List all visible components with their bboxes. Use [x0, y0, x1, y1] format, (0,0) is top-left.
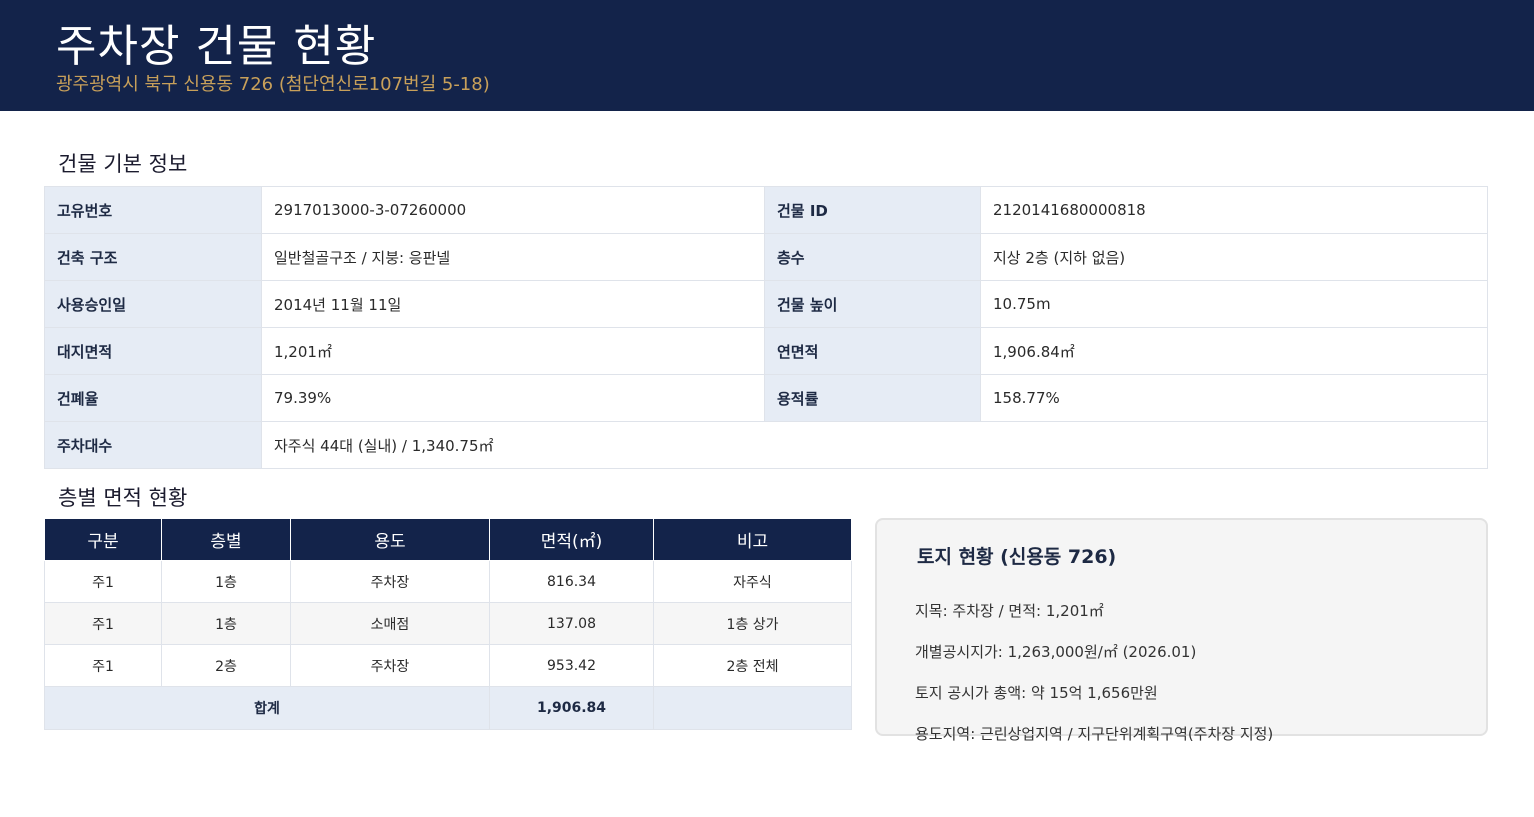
- column-header: 층별: [161, 518, 291, 561]
- table-cell: 1층: [161, 560, 291, 603]
- info-row: 고유번호 2917013000-3-07260000 건물 ID 2120141…: [44, 186, 1488, 234]
- info-label: 사용승인일: [44, 280, 262, 328]
- info-value: 자주식 44대 (실내) / 1,340.75㎡: [261, 421, 1488, 469]
- info-value: 2120141680000818: [980, 186, 1488, 234]
- page-title: 주차장 건물 현황: [56, 21, 377, 72]
- table-cell: 주1: [44, 560, 162, 603]
- info-label: 주차대수: [44, 421, 262, 469]
- floor-area-table: 구분 층별 용도 면적(㎡) 비고 주1 1층 주차장 816.34 자주식 주…: [44, 518, 852, 730]
- table-row: 주1 1층 주차장 816.34 자주식: [44, 560, 852, 603]
- table-cell: 816.34: [489, 560, 654, 603]
- info-label: 건물 ID: [764, 186, 981, 234]
- table-cell: 자주식: [653, 560, 852, 603]
- info-label: 연면적: [764, 327, 981, 375]
- total-value: 1,906.84: [489, 686, 654, 730]
- info-label: 고유번호: [44, 186, 262, 234]
- info-value: 10.75m: [980, 280, 1488, 328]
- land-status-panel: 토지 현황 (신용동 726) 지목: 주차장 / 면적: 1,201㎡ 개별공…: [875, 518, 1488, 743]
- land-info-line: 용도지역: 근린상업지역 / 지구단위계획구역(주차장 지정): [915, 725, 1274, 743]
- total-label: 합계: [44, 686, 490, 730]
- info-row-parking: 주차대수 자주식 44대 (실내) / 1,340.75㎡: [44, 421, 1488, 469]
- table-cell: 주1: [44, 602, 162, 645]
- info-label: 대지면적: [44, 327, 262, 375]
- page-subtitle-address: 광주광역시 북구 신용동 726 (첨단연신로107번길 5-18): [56, 74, 490, 95]
- basic-info-table: 고유번호 2917013000-3-07260000 건물 ID 2120141…: [44, 186, 1488, 469]
- info-value: 158.77%: [980, 374, 1488, 422]
- info-label: 건물 높이: [764, 280, 981, 328]
- land-info-line: 개별공시지가: 1,263,000원/㎡ (2026.01): [915, 643, 1197, 661]
- table-cell: 1층: [161, 602, 291, 645]
- table-cell: 2층: [161, 644, 291, 687]
- basic-info-section-title: 건물 기본 정보: [58, 152, 188, 176]
- table-cell: 주차장: [290, 560, 490, 603]
- column-header: 용도: [290, 518, 490, 561]
- table-row: 주1 2층 주차장 953.42 2층 전체: [44, 644, 852, 687]
- table-cell: 주1: [44, 644, 162, 687]
- info-value: 일반철골구조 / 지붕: 응판넬: [261, 233, 765, 281]
- info-value: 79.39%: [261, 374, 765, 422]
- land-status-title: 토지 현황 (신용동 726): [917, 546, 1117, 568]
- info-label: 건축 구조: [44, 233, 262, 281]
- table-row: 주1 1층 소매점 137.08 1층 상가: [44, 602, 852, 645]
- info-value: 2917013000-3-07260000: [261, 186, 765, 234]
- column-header: 면적(㎡): [489, 518, 654, 561]
- table-cell: 주차장: [290, 644, 490, 687]
- floors-section-title: 층별 면적 현황: [58, 486, 188, 510]
- info-row: 건축 구조 일반철골구조 / 지붕: 응판넬 층수 지상 2층 (지하 없음): [44, 233, 1488, 281]
- table-cell: 1층 상가: [653, 602, 852, 645]
- info-value: 1,201㎡: [261, 327, 765, 375]
- info-label: 건폐율: [44, 374, 262, 422]
- info-row: 사용승인일 2014년 11월 11일 건물 높이 10.75m: [44, 280, 1488, 328]
- table-cell: 953.42: [489, 644, 654, 687]
- table-cell: 2층 전체: [653, 644, 852, 687]
- info-row: 대지면적 1,201㎡ 연면적 1,906.84㎡: [44, 327, 1488, 375]
- column-header: 비고: [653, 518, 852, 561]
- land-info-line: 토지 공시가 총액: 약 15억 1,656만원: [915, 684, 1158, 702]
- table-header-row: 구분 층별 용도 면적(㎡) 비고: [44, 518, 852, 561]
- table-total-row: 합계 1,906.84: [44, 686, 852, 730]
- table-cell: 소매점: [290, 602, 490, 645]
- column-header: 구분: [44, 518, 162, 561]
- table-cell: 137.08: [489, 602, 654, 645]
- info-value: 2014년 11월 11일: [261, 280, 765, 328]
- info-label: 층수: [764, 233, 981, 281]
- info-value: 지상 2층 (지하 없음): [980, 233, 1488, 281]
- info-row: 건폐율 79.39% 용적률 158.77%: [44, 374, 1488, 422]
- info-label: 용적률: [764, 374, 981, 422]
- table-cell-empty: [653, 686, 852, 730]
- land-info-line: 지목: 주차장 / 면적: 1,201㎡: [915, 602, 1104, 620]
- info-value: 1,906.84㎡: [980, 327, 1488, 375]
- page-header: 주차장 건물 현황 광주광역시 북구 신용동 726 (첨단연신로107번길 5…: [0, 0, 1534, 111]
